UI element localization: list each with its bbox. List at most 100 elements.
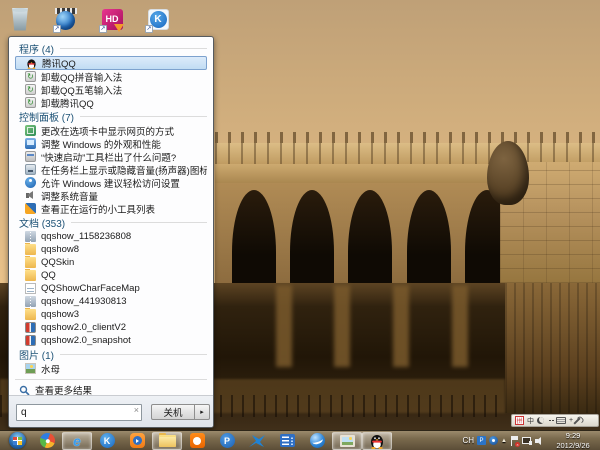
shortcut-arrow-icon: ↗ [99, 25, 107, 33]
search-input[interactable] [16, 404, 142, 421]
gadgets-icon [25, 203, 36, 214]
ime-logo-icon[interactable]: 拼 [515, 416, 524, 425]
result-label: 卸载腾讯QQ [41, 96, 94, 109]
bridge-arch [290, 190, 334, 283]
swallow-icon [248, 434, 266, 448]
start-button[interactable] [2, 432, 32, 450]
soft-keyboard-icon[interactable] [556, 417, 566, 424]
result-label: 水母 [41, 362, 60, 375]
water-wall-reflection [505, 283, 600, 413]
taskbar-volume-icon [25, 164, 36, 175]
taskbar-orange-messenger-app[interactable] [182, 432, 212, 450]
result-item-doc-7[interactable]: qqshow3 [15, 308, 207, 321]
result-item-cp-taskbar-volume[interactable]: 在任务栏上显示或隐藏音量(扬声器)图标 [15, 163, 207, 176]
section-header-programs[interactable]: 程序 (4) [15, 41, 207, 56]
folder-icon [159, 435, 176, 447]
taskbar-clock[interactable]: 9:29 2012/9/26 [548, 431, 598, 450]
result-item-uninstall-wubi[interactable]: 卸载QQ五笔输入法 [15, 83, 207, 96]
result-label: QQSkin [41, 257, 74, 268]
result-item-doc-6[interactable]: qqshow_441930813 [15, 295, 207, 308]
section-header-label: 控制面板 (7) [19, 109, 74, 124]
media-downloader-shortcut-icon[interactable]: ↗ [52, 4, 80, 34]
hd-video-shortcut-icon[interactable]: HD ↗ [98, 4, 126, 34]
result-label: 腾讯QQ [42, 56, 76, 70]
taskbar-browser-sphere-app[interactable] [302, 432, 332, 450]
recycle-bin-icon[interactable] [6, 4, 34, 34]
taskbar-thunder-download-app[interactable] [242, 432, 272, 450]
result-item-cp-system-volume[interactable]: 调整系统音量 [15, 189, 207, 202]
clock-date: 2012/9/26 [556, 441, 589, 450]
result-item-doc-1[interactable]: qqshow_1158236808 [15, 230, 207, 243]
punctuation-mode-icon[interactable] [547, 416, 553, 425]
result-label: 在任务栏上显示或隐藏音量(扬声器)图标 [41, 163, 207, 176]
language-indicator[interactable]: CH [462, 436, 474, 445]
taskbar-internet-explorer[interactable]: e [62, 432, 92, 450]
qq-penguin-icon [370, 433, 384, 449]
taskbar-windows-explorer[interactable] [152, 432, 182, 450]
result-item-uninstall-pinyin[interactable]: 卸载QQ拼音输入法 [15, 70, 207, 83]
app-tray-icon[interactable] [489, 436, 498, 445]
see-more-results-link[interactable]: 查看更多结果 [15, 383, 207, 395]
ime-settings-wrench-icon[interactable] [574, 417, 581, 424]
image-icon [25, 363, 36, 374]
result-item-cp-ease-of-access[interactable]: 允许 Windows 建议轻松访问设置 [15, 176, 207, 189]
bridge-arch [348, 190, 392, 283]
section-header-label: 程序 (4) [19, 41, 54, 56]
zip-icon [25, 231, 36, 242]
result-item-doc-9[interactable]: qqshow2.0_snapshot [15, 334, 207, 347]
taskbar-media-player-app[interactable] [122, 432, 152, 450]
result-item-cp-gadgets[interactable]: 查看正在运行的小工具列表 [15, 202, 207, 215]
k-player-shortcut-icon[interactable]: K ↗ [144, 4, 172, 34]
ie-icon: e [73, 434, 81, 448]
result-item-cp-tabs[interactable]: 更改在选项卡中显示网页的方式 [15, 124, 207, 137]
clear-search-icon[interactable]: × [134, 405, 139, 415]
result-item-doc-5[interactable]: QQShowCharFaceMap [15, 282, 207, 295]
network-icon[interactable] [522, 436, 532, 445]
chinese-mode-icon[interactable]: 中 [527, 416, 534, 425]
section-header-label: 图片 (1) [19, 347, 54, 362]
result-label: qqshow2.0_clientV2 [41, 322, 126, 333]
shutdown-options-arrow-button[interactable]: ▸ [195, 404, 210, 420]
result-label: QQShowCharFaceMap [41, 283, 140, 294]
result-item-doc-8[interactable]: qqshow2.0_clientV2 [15, 321, 207, 334]
result-item-cp-appearance[interactable]: 调整 Windows 的外观和性能 [15, 137, 207, 150]
shutdown-button[interactable]: 关机 [151, 404, 195, 420]
action-center-flag-icon[interactable]: × [510, 436, 519, 446]
ime-tray-icon[interactable]: P [477, 436, 486, 445]
archive-icon [25, 335, 36, 346]
show-hidden-icons-chevron[interactable]: ▲ [501, 438, 507, 444]
result-label: 调整 Windows 的外观和性能 [41, 137, 161, 150]
taskbar-pps-video-app[interactable]: P [212, 432, 242, 450]
taskbar-qq-messenger-app[interactable] [362, 432, 392, 450]
taskbar-video-library-app[interactable] [272, 432, 302, 450]
result-label: qqshow8 [41, 244, 79, 255]
result-label: 更改在选项卡中显示网页的方式 [41, 124, 174, 137]
result-label: 卸载QQ五笔输入法 [41, 83, 122, 96]
p-icon: P [220, 433, 235, 448]
result-item-doc-4[interactable]: QQ [15, 269, 207, 282]
result-item-cp-quicklaunch[interactable]: “快速启动”工具栏出了什么问题? [15, 150, 207, 163]
section-header-pictures[interactable]: 图片 (1) [15, 347, 207, 362]
result-item-qq[interactable]: 腾讯QQ [15, 56, 207, 70]
volume-icon [25, 190, 36, 201]
taskbar-image-viewer-app[interactable] [332, 432, 362, 450]
section-header-control-panel[interactable]: 控制面板 (7) [15, 109, 207, 124]
taskbar-antivirus-pinwheel-app[interactable] [32, 432, 62, 450]
water-pier-reflection [334, 285, 350, 367]
result-item-doc-3[interactable]: QQSkin [15, 256, 207, 269]
result-item-uninstall-qq[interactable]: 卸载腾讯QQ [15, 96, 207, 109]
volume-icon[interactable] [535, 436, 545, 445]
uninstall-icon [25, 84, 36, 95]
k-icon: K [100, 433, 115, 448]
language-bar: 拼 中 + [511, 414, 599, 427]
result-item-doc-2[interactable]: qqshow8 [15, 243, 207, 256]
taskbar: e K P CH P ▲ × 9:29 2012/9/26 [0, 430, 600, 450]
shortcut-arrow-icon: ↗ [145, 25, 153, 33]
result-label: QQ [41, 270, 56, 281]
add-icon[interactable]: + [569, 416, 573, 425]
fullwidth-mode-icon[interactable] [537, 417, 544, 424]
windows-orb-icon [9, 432, 26, 449]
section-header-documents[interactable]: 文档 (353) [15, 215, 207, 230]
taskbar-k-music-app[interactable]: K [92, 432, 122, 450]
result-item-pic-jellyfish[interactable]: 水母 [15, 362, 207, 375]
